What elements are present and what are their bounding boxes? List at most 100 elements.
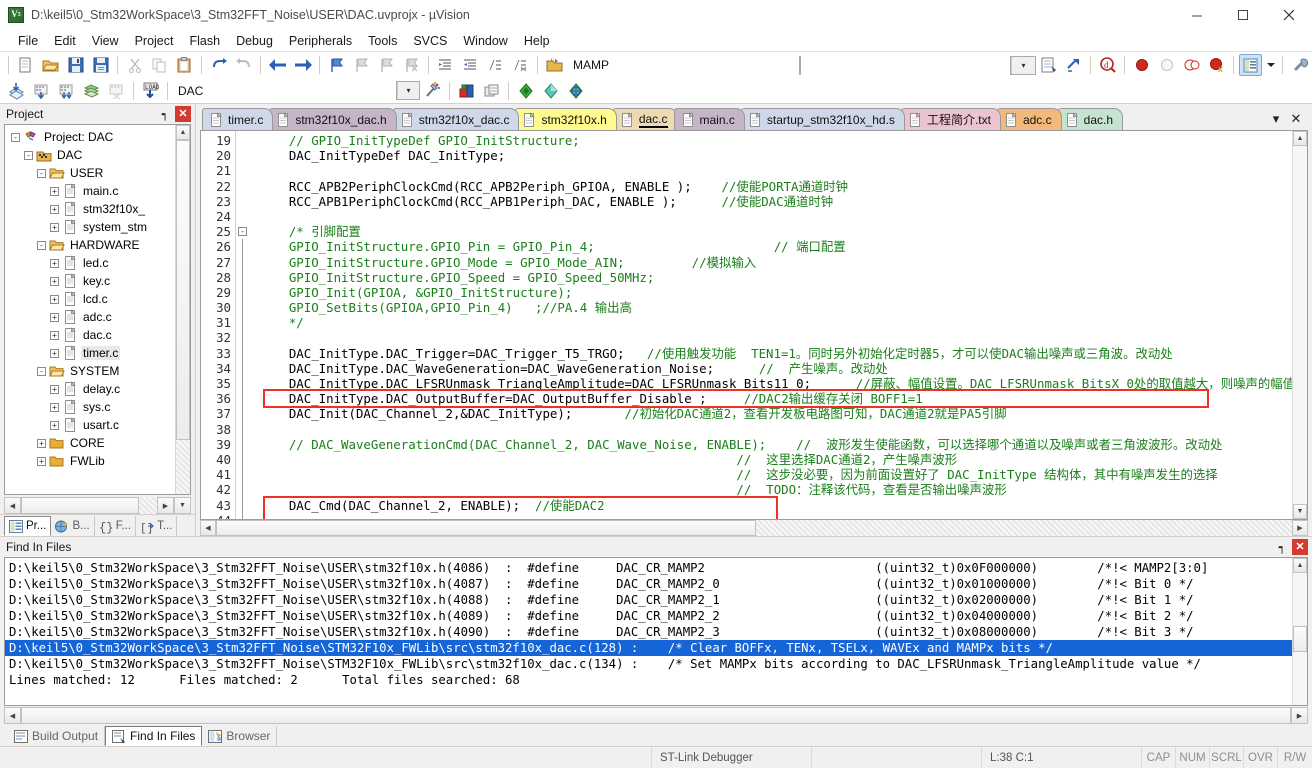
tab-templates[interactable]: [] T...	[136, 516, 178, 536]
fold-cell[interactable]	[236, 391, 251, 407]
code-line[interactable]: // GPIO_InitTypeDef GPIO_InitStructure;	[259, 133, 1292, 148]
bookmark-toggle-button[interactable]	[325, 54, 348, 76]
target-options-icon[interactable]	[543, 54, 566, 76]
fold-cell[interactable]	[236, 133, 251, 148]
project-window-toggle-button[interactable]	[1239, 54, 1262, 76]
project-tree-vertical-scrollbar[interactable]: ▲	[175, 125, 190, 494]
collapse-toggle-icon[interactable]: -	[37, 168, 46, 178]
code-line[interactable]	[259, 422, 1292, 437]
tree-item-system-stm[interactable]: + system_stm	[7, 218, 175, 236]
code-line[interactable]: // TODO：注释该代码，查看是否输出噪声波形	[259, 482, 1292, 497]
tree-item-usart-c[interactable]: + usart.c	[7, 416, 175, 434]
editor-h-thumb[interactable]	[216, 520, 756, 536]
target-options-button[interactable]	[455, 80, 478, 102]
fold-cell[interactable]	[236, 360, 251, 376]
new-file-button[interactable]	[14, 54, 37, 76]
expand-toggle-icon[interactable]: +	[50, 204, 59, 214]
fold-cell[interactable]	[236, 254, 251, 270]
collapse-toggle-icon[interactable]: -	[24, 150, 33, 160]
tree-item-delay-c[interactable]: + delay.c	[7, 380, 175, 398]
scroll-more-button[interactable]: ▼	[174, 497, 191, 514]
expand-toggle-icon[interactable]: +	[50, 348, 59, 358]
pin-icon[interactable]: ┑	[157, 106, 173, 122]
close-icon[interactable]: ✕	[175, 106, 191, 122]
save-all-button[interactable]	[89, 54, 112, 76]
fold-cell[interactable]	[236, 330, 251, 346]
menu-tools[interactable]: Tools	[360, 32, 405, 50]
fold-cell[interactable]	[236, 239, 251, 255]
scroll-left-button[interactable]: ◀	[4, 497, 21, 514]
code-line[interactable]: GPIO_InitStructure.GPIO_Pin = GPIO_Pin_4…	[259, 239, 1292, 254]
tree-item-main-c[interactable]: + main.c	[7, 182, 175, 200]
target-select-arrow[interactable]: ▾	[1010, 55, 1036, 75]
find-result-row[interactable]: D:\keil5\0_Stm32WorkSpace\3_Stm32FFT_Noi…	[5, 576, 1292, 592]
uncomment-block-button[interactable]	[509, 54, 532, 76]
menu-project[interactable]: Project	[127, 32, 182, 50]
code-line[interactable]: // 这里选择DAC通道2，产生噪声波形	[259, 452, 1292, 467]
h-scroll-thumb[interactable]	[21, 497, 139, 514]
fold-cell[interactable]	[236, 179, 251, 194]
comment-block-button[interactable]	[484, 54, 507, 76]
project-tree-horizontal-scrollbar[interactable]: ◀ ▶ ▼	[4, 497, 191, 514]
tree-item-dac[interactable]: - DAC	[7, 146, 175, 164]
find-in-files-results[interactable]: D:\keil5\0_Stm32WorkSpace\3_Stm32FFT_Noi…	[4, 557, 1308, 706]
indent-right-button[interactable]	[434, 54, 457, 76]
code-fold-gutter[interactable]: -	[235, 131, 251, 519]
fif-close-icon[interactable]: ✕	[1292, 539, 1308, 555]
window-layout-dropdown-arrow[interactable]	[1264, 54, 1277, 76]
tree-item-hardware[interactable]: - HARDWARE	[7, 236, 175, 254]
code-line[interactable]: /* 引脚配置	[259, 224, 1292, 239]
tree-item-system[interactable]: - SYSTEM	[7, 362, 175, 380]
manage-project-items-button[interactable]	[1037, 54, 1060, 76]
bookmark-prev-button[interactable]	[350, 54, 373, 76]
expand-toggle-icon[interactable]: +	[37, 438, 46, 448]
navigate-forward-button[interactable]	[291, 54, 314, 76]
editor-scroll-down-button[interactable]: ▼	[1293, 504, 1307, 519]
tree-item-key-c[interactable]: + key.c	[7, 272, 175, 290]
code-line[interactable]: */	[259, 315, 1292, 330]
download-to-flash-button[interactable]: LOAD	[139, 80, 162, 102]
fold-cell[interactable]	[236, 376, 251, 392]
menu-svcs[interactable]: SVCS	[405, 32, 455, 50]
kill-all-breakpoints-button[interactable]: x	[1205, 54, 1228, 76]
scroll-up-button[interactable]: ▲	[176, 125, 190, 140]
collapse-toggle-icon[interactable]: -	[11, 132, 20, 142]
undo-button[interactable]	[207, 54, 230, 76]
expand-toggle-icon[interactable]: +	[50, 186, 59, 196]
project-tree[interactable]: - Project: DAC - DAC - USER + main.c + stm32f10x_…	[5, 125, 175, 494]
fif-scroll-track-lower[interactable]	[1293, 652, 1307, 705]
redo-button[interactable]	[232, 54, 255, 76]
code-line[interactable]: DAC_InitType.DAC_WaveGeneration=DAC_Wave…	[259, 361, 1292, 376]
tree-item-led-c[interactable]: + led.c	[7, 254, 175, 272]
fold-cell[interactable]	[236, 209, 251, 224]
editor-tab-dac-c[interactable]: dac.c	[612, 108, 678, 130]
code-line[interactable]	[259, 330, 1292, 345]
editor-tab-stm32f10x-dac-h[interactable]: stm32f10x_dac.h	[269, 108, 397, 130]
menu-peripherals[interactable]: Peripherals	[281, 32, 360, 50]
code-line[interactable]: // DAC_WaveGenerationCmd(DAC_Channel_2, …	[259, 437, 1292, 452]
editor-tab-stm32f10x-h[interactable]: stm32f10x.h	[515, 108, 617, 130]
expand-toggle-icon[interactable]: +	[50, 384, 59, 394]
fold-cell[interactable]	[236, 436, 251, 452]
code-line[interactable]: DAC_InitType.DAC_LFSRUnmask_TriangleAmpl…	[259, 376, 1292, 391]
editor-scroll-left-button[interactable]: ◀	[200, 520, 216, 536]
tree-item-adc-c[interactable]: + adc.c	[7, 308, 175, 326]
close-button[interactable]	[1266, 0, 1312, 30]
code-text[interactable]: // GPIO_InitTypeDef GPIO_InitStructure; …	[251, 131, 1292, 519]
fold-cell[interactable]	[236, 269, 251, 285]
expand-toggle-icon[interactable]: +	[50, 222, 59, 232]
fif-pin-icon[interactable]: ┑	[1274, 539, 1290, 555]
scroll-right-button[interactable]: ▶	[157, 497, 174, 514]
disable-all-breakpoints-button[interactable]	[1180, 54, 1203, 76]
insert-teal-diamond-button[interactable]	[539, 80, 562, 102]
editor-scroll-up-button[interactable]: ▲	[1293, 131, 1307, 146]
fif-scroll-track[interactable]	[1293, 573, 1307, 626]
editor-tab-timer-c[interactable]: timer.c	[202, 108, 274, 130]
tree-item-dac-c[interactable]: + dac.c	[7, 326, 175, 344]
bookmark-clear-button[interactable]	[400, 54, 423, 76]
code-line[interactable]: DAC_InitTypeDef DAC_InitType;	[259, 148, 1292, 163]
editor-tab-adc-c[interactable]: adc.c	[996, 108, 1062, 130]
stop-build-button[interactable]	[105, 80, 128, 102]
fif-h-thumb[interactable]	[21, 707, 1291, 724]
find-result-row[interactable]: D:\keil5\0_Stm32WorkSpace\3_Stm32FFT_Noi…	[5, 608, 1292, 624]
